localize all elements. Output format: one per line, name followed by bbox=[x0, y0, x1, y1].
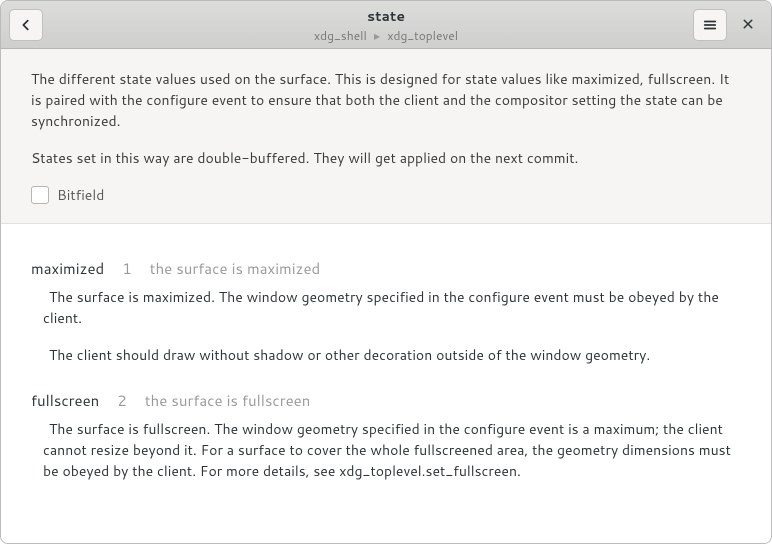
back-button[interactable] bbox=[9, 9, 43, 41]
enum-entry-header: fullscreen 2 the surface is fullscreen bbox=[31, 390, 741, 411]
enum-body-paragraph: The surface is maximized. The window geo… bbox=[43, 287, 741, 329]
breadcrumb-parent: xdg_shell bbox=[314, 27, 367, 44]
enum-name: fullscreen bbox=[31, 390, 99, 411]
close-button[interactable] bbox=[733, 9, 763, 39]
breadcrumb: xdg_shell ▸ xdg_toplevel bbox=[1, 27, 771, 44]
intro-section: The different state values used on the s… bbox=[1, 49, 771, 224]
enum-body-paragraph: The surface is fullscreen. The window ge… bbox=[43, 419, 741, 482]
window: state xdg_shell ▸ xdg_toplevel The diffe… bbox=[0, 0, 772, 544]
intro-paragraph: The different state values used on the s… bbox=[31, 69, 741, 132]
enum-entry-header: maximized 1 the surface is maximized bbox=[31, 258, 741, 279]
enum-value: 2 bbox=[117, 390, 127, 411]
enum-value: 1 bbox=[122, 258, 132, 279]
entries-list: maximized 1 the surface is maximized The… bbox=[1, 224, 771, 528]
enum-name: maximized bbox=[31, 258, 104, 279]
breadcrumb-separator-icon: ▸ bbox=[374, 27, 380, 44]
page-title: state bbox=[1, 6, 771, 26]
enum-summary: the surface is maximized bbox=[150, 258, 320, 279]
enum-summary: the surface is fullscreen bbox=[145, 390, 311, 411]
enum-entry: maximized 1 the surface is maximized The… bbox=[31, 258, 741, 366]
menu-button[interactable] bbox=[693, 9, 727, 41]
intro-paragraph: States set in this way are double-buffer… bbox=[31, 148, 741, 169]
content-area: The different state values used on the s… bbox=[1, 49, 771, 543]
enum-description: The surface is maximized. The window geo… bbox=[31, 287, 741, 366]
hamburger-icon bbox=[703, 18, 717, 32]
chevron-left-icon bbox=[19, 18, 33, 32]
enum-body-paragraph: The client should draw without shadow or… bbox=[43, 345, 741, 366]
bitfield-label: Bitfield bbox=[57, 185, 104, 205]
enum-description: The surface is fullscreen. The window ge… bbox=[31, 419, 741, 482]
enum-entry: fullscreen 2 the surface is fullscreen T… bbox=[31, 390, 741, 482]
bitfield-row: Bitfield bbox=[31, 185, 741, 205]
breadcrumb-child: xdg_toplevel bbox=[387, 27, 458, 44]
bitfield-checkbox[interactable] bbox=[31, 186, 49, 204]
close-icon bbox=[742, 18, 754, 30]
headerbar: state xdg_shell ▸ xdg_toplevel bbox=[1, 1, 771, 49]
headerbar-title-area: state xdg_shell ▸ xdg_toplevel bbox=[1, 6, 771, 44]
